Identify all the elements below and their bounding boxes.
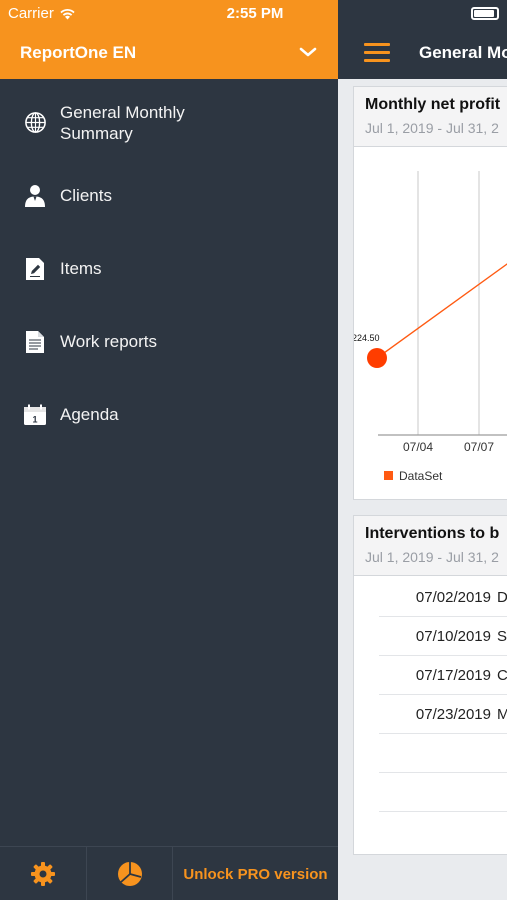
gear-icon — [31, 862, 55, 886]
edit-icon — [23, 257, 47, 281]
row-date: 07/23/2019 — [415, 706, 491, 723]
row-date: 07/10/2019 — [415, 628, 491, 645]
statistics-button[interactable] — [87, 847, 172, 900]
data-label: 224.50 — [354, 333, 380, 343]
series-line — [376, 263, 507, 359]
document-icon — [23, 330, 47, 354]
menu-item-label: Items — [60, 259, 102, 278]
menu-item-general-monthly-summary[interactable]: General Monthly Summary — [0, 100, 338, 146]
side-drawer: Carrier 2:55 PM ReportOne EN General Mon… — [0, 0, 338, 900]
main-nav-bar: General Mo — [338, 0, 507, 79]
profit-chart[interactable]: 224.50 07/04 07/07 DataSet — [354, 147, 507, 501]
chevron-down-icon[interactable] — [298, 42, 318, 62]
drawer-header: Carrier 2:55 PM ReportOne EN — [0, 0, 338, 79]
table-row[interactable]: 07/23/2019 M — [379, 695, 507, 734]
legend-swatch — [384, 471, 393, 480]
data-point[interactable] — [367, 348, 387, 368]
row-description: S — [497, 628, 507, 645]
card-date-range: Jul 1, 2019 - Jul 31, 2 — [365, 120, 499, 136]
profit-card: Monthly net profit Jul 1, 2019 - Jul 31,… — [353, 86, 507, 500]
table-row[interactable]: 07/10/2019 S — [379, 617, 507, 656]
settings-button[interactable] — [0, 847, 86, 900]
card-header: Interventions to b Jul 1, 2019 - Jul 31,… — [354, 516, 507, 576]
main-panel: General Mo Monthly net profit Jul 1, 201… — [338, 0, 507, 900]
row-description: M — [497, 706, 507, 723]
drawer-footer: Unlock PRO version — [0, 846, 338, 900]
menu-item-label: Work reports — [60, 332, 157, 351]
table-row[interactable]: 07/17/2019 C — [379, 656, 507, 695]
table-row[interactable]: 07/02/2019 D — [379, 578, 507, 617]
menu-item-label: General Monthly Summary — [60, 102, 185, 144]
unlock-pro-label: Unlock PRO version — [183, 865, 328, 883]
menu-item-clients[interactable]: Clients — [0, 184, 338, 208]
menu-item-label-line1: General Monthly — [60, 103, 185, 122]
card-header: Monthly net profit Jul 1, 2019 - Jul 31,… — [354, 87, 507, 147]
menu-item-label: Agenda — [60, 405, 119, 424]
menu-item-agenda[interactable]: 1 Agenda — [0, 403, 338, 427]
card-title: Monthly net profit — [365, 96, 501, 113]
menu-item-label: Clients — [60, 186, 112, 205]
globe-icon — [23, 110, 47, 134]
x-tick-label: 07/04 — [403, 440, 433, 454]
calendar-icon: 1 — [23, 403, 47, 427]
battery-icon — [471, 7, 499, 20]
unlock-pro-button[interactable]: Unlock PRO version — [173, 847, 338, 900]
row-date: 07/02/2019 — [415, 589, 491, 606]
card-title: Interventions to b — [365, 525, 500, 542]
app-title[interactable]: ReportOne EN — [20, 43, 136, 63]
menu-icon[interactable] — [364, 43, 390, 62]
row-date: 07/17/2019 — [415, 667, 491, 684]
page-title: General Mo — [419, 43, 507, 62]
card-date-range: Jul 1, 2019 - Jul 31, 2 — [365, 549, 499, 565]
menu-item-work-reports[interactable]: Work reports — [0, 330, 338, 354]
interventions-card: Interventions to b Jul 1, 2019 - Jul 31,… — [353, 515, 507, 855]
row-description: D — [497, 589, 507, 606]
calendar-day: 1 — [32, 415, 37, 425]
table-row-empty — [379, 773, 507, 812]
x-tick-label: 07/07 — [464, 440, 494, 454]
menu-item-items[interactable]: Items — [0, 257, 338, 281]
person-icon — [23, 184, 47, 208]
menu-item-label-line2: Summary — [60, 124, 133, 143]
table-row-empty — [379, 734, 507, 773]
pie-chart-icon — [117, 862, 142, 886]
legend-label: DataSet — [399, 469, 443, 483]
row-description: C — [497, 667, 507, 684]
